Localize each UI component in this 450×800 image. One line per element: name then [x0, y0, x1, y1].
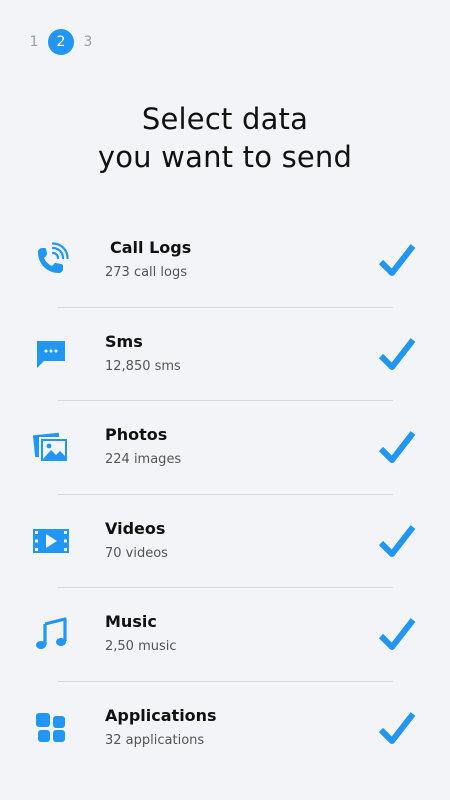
item-label: Videos	[105, 518, 166, 538]
title-line-1: Select data	[141, 102, 309, 136]
film-icon	[33, 528, 69, 553]
checkmark-icon[interactable]	[378, 429, 416, 465]
checkmark-icon[interactable]	[378, 523, 416, 559]
list-item-sms[interactable]: Sms 12,850 sms	[0, 308, 450, 401]
item-count: 12,850 sms	[105, 358, 181, 374]
list-item-music[interactable]: Music 2,50 music	[0, 588, 450, 682]
step-1[interactable]: 1	[28, 34, 40, 50]
phone-call-icon	[38, 242, 69, 273]
checkmark-icon[interactable]	[378, 616, 416, 652]
step-3[interactable]: 3	[82, 34, 94, 50]
item-count: 70 videos	[105, 545, 168, 561]
list-item-videos[interactable]: Videos 70 videos	[0, 495, 450, 588]
photos-icon	[33, 432, 69, 463]
item-count: 32 applications	[105, 732, 205, 748]
item-label: Call Logs	[110, 238, 192, 257]
list-item-photos[interactable]: Photos 224 images	[0, 401, 450, 495]
item-label: Photos	[105, 425, 168, 444]
apps-grid-icon	[36, 712, 65, 742]
step-2-active[interactable]: 2	[48, 29, 74, 55]
list-item-applications[interactable]: Applications 32 applications	[0, 682, 450, 776]
item-label: Applications	[105, 705, 217, 725]
music-note-icon	[36, 617, 67, 649]
item-label: Music	[105, 612, 157, 631]
title-line-2: you want to send	[97, 140, 353, 174]
item-label: Sms	[105, 331, 143, 351]
list-item-call-logs[interactable]: Call Logs 273 call logs	[0, 214, 450, 308]
checkmark-icon[interactable]	[378, 242, 416, 278]
chat-bubble-icon	[37, 340, 65, 368]
item-count: 273 call logs	[105, 265, 188, 280]
stepper: 1 2 3	[28, 29, 94, 55]
data-type-list: Call Logs 273 call logs Sms 12,850 sms P…	[0, 214, 450, 775]
checkmark-icon[interactable]	[378, 710, 416, 746]
item-count: 224 images	[105, 452, 182, 467]
page-title: Select data you want to send	[0, 100, 450, 176]
item-count: 2,50 music	[105, 639, 177, 654]
checkmark-icon[interactable]	[378, 336, 416, 372]
